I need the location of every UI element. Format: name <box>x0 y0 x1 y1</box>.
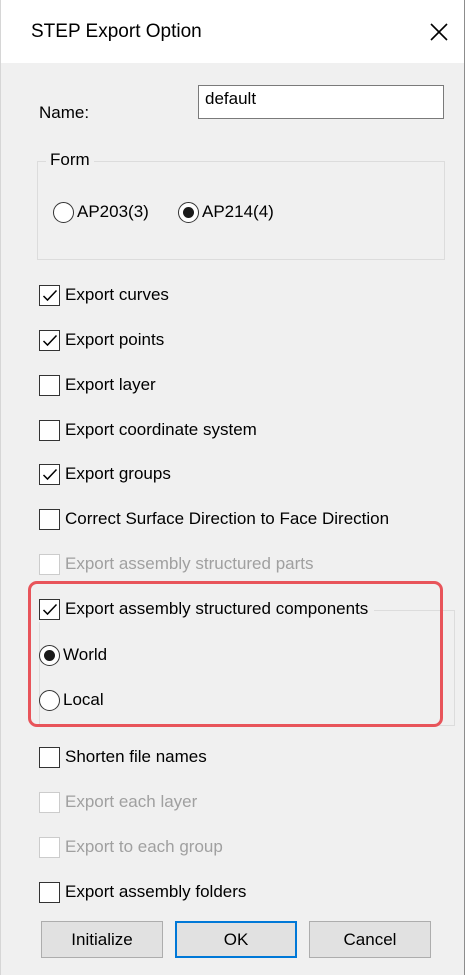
checkbox-box[interactable] <box>39 284 60 306</box>
checkbox-box[interactable] <box>39 508 60 530</box>
radio-indicator[interactable] <box>178 201 199 223</box>
name-label: Name: <box>39 103 90 122</box>
checkbox-export-layer[interactable]: Export layer <box>39 372 156 398</box>
step-export-option-dialog: STEP Export Option Name: default Form AP… <box>0 0 465 975</box>
checkbox-export-to-each-group: Export to each group <box>39 834 223 860</box>
checkbox-label: Export assembly structured parts <box>65 554 314 573</box>
cancel-button[interactable]: Cancel <box>309 921 431 958</box>
checkbox-export-groups[interactable]: Export groups <box>39 461 171 487</box>
checkbox-box[interactable] <box>39 374 60 396</box>
ok-button[interactable]: OK <box>175 921 297 958</box>
checkbox-box[interactable] <box>39 463 60 485</box>
checkbox-label: Correct Surface Direction to Face Direct… <box>65 509 390 528</box>
checkbox-shorten-file-names[interactable]: Shorten file names <box>39 744 207 770</box>
close-button[interactable] <box>419 12 459 52</box>
initialize-button[interactable]: Initialize <box>41 921 163 958</box>
form-group-legend: Form <box>46 150 94 170</box>
checkbox-label: Export to each group <box>65 837 223 856</box>
title-bar[interactable]: STEP Export Option <box>1 0 464 63</box>
checkbox-label: Export groups <box>65 464 171 483</box>
checkbox-export-assembly-folders[interactable]: Export assembly folders <box>39 879 246 905</box>
checkbox-box[interactable] <box>39 746 60 768</box>
checkbox-box <box>39 836 60 858</box>
highlight-box <box>28 581 443 727</box>
checkbox-export-each-layer: Export each layer <box>39 789 197 815</box>
radio-label: AP203(3) <box>77 202 149 221</box>
checkbox-export-curves[interactable]: Export curves <box>39 282 169 308</box>
checkbox-label: Export points <box>65 330 165 349</box>
checkbox-label: Export layer <box>65 375 156 394</box>
checkbox-correct-surface-direction[interactable]: Correct Surface Direction to Face Direct… <box>39 506 389 532</box>
checkbox-label: Shorten file names <box>65 747 207 766</box>
close-icon <box>430 23 448 41</box>
checkbox-box[interactable] <box>39 881 60 903</box>
checkbox-export-points[interactable]: Export points <box>39 327 164 353</box>
checkbox-export-assembly-structured-parts: Export assembly structured parts <box>39 551 313 577</box>
checkbox-label: Export coordinate system <box>65 420 257 439</box>
checkbox-box <box>39 553 60 575</box>
radio-ap203[interactable]: AP203(3) <box>53 199 149 225</box>
checkbox-export-coordinate-system[interactable]: Export coordinate system <box>39 417 257 443</box>
checkbox-label: Export assembly folders <box>65 882 247 901</box>
checkbox-label: Export each layer <box>65 792 198 811</box>
checkbox-label: Export curves <box>65 285 169 304</box>
checkbox-box[interactable] <box>39 419 60 441</box>
window-title: STEP Export Option <box>31 21 202 42</box>
checkbox-box[interactable] <box>39 329 60 351</box>
checkmark-icon <box>42 289 58 301</box>
radio-ap214[interactable]: AP214(4) <box>178 199 274 225</box>
checkbox-box <box>39 791 60 813</box>
checkmark-icon <box>42 468 58 480</box>
radio-label: AP214(4) <box>202 202 274 221</box>
checkmark-icon <box>42 334 58 346</box>
name-input[interactable]: default <box>198 85 444 119</box>
radio-indicator[interactable] <box>53 201 74 223</box>
